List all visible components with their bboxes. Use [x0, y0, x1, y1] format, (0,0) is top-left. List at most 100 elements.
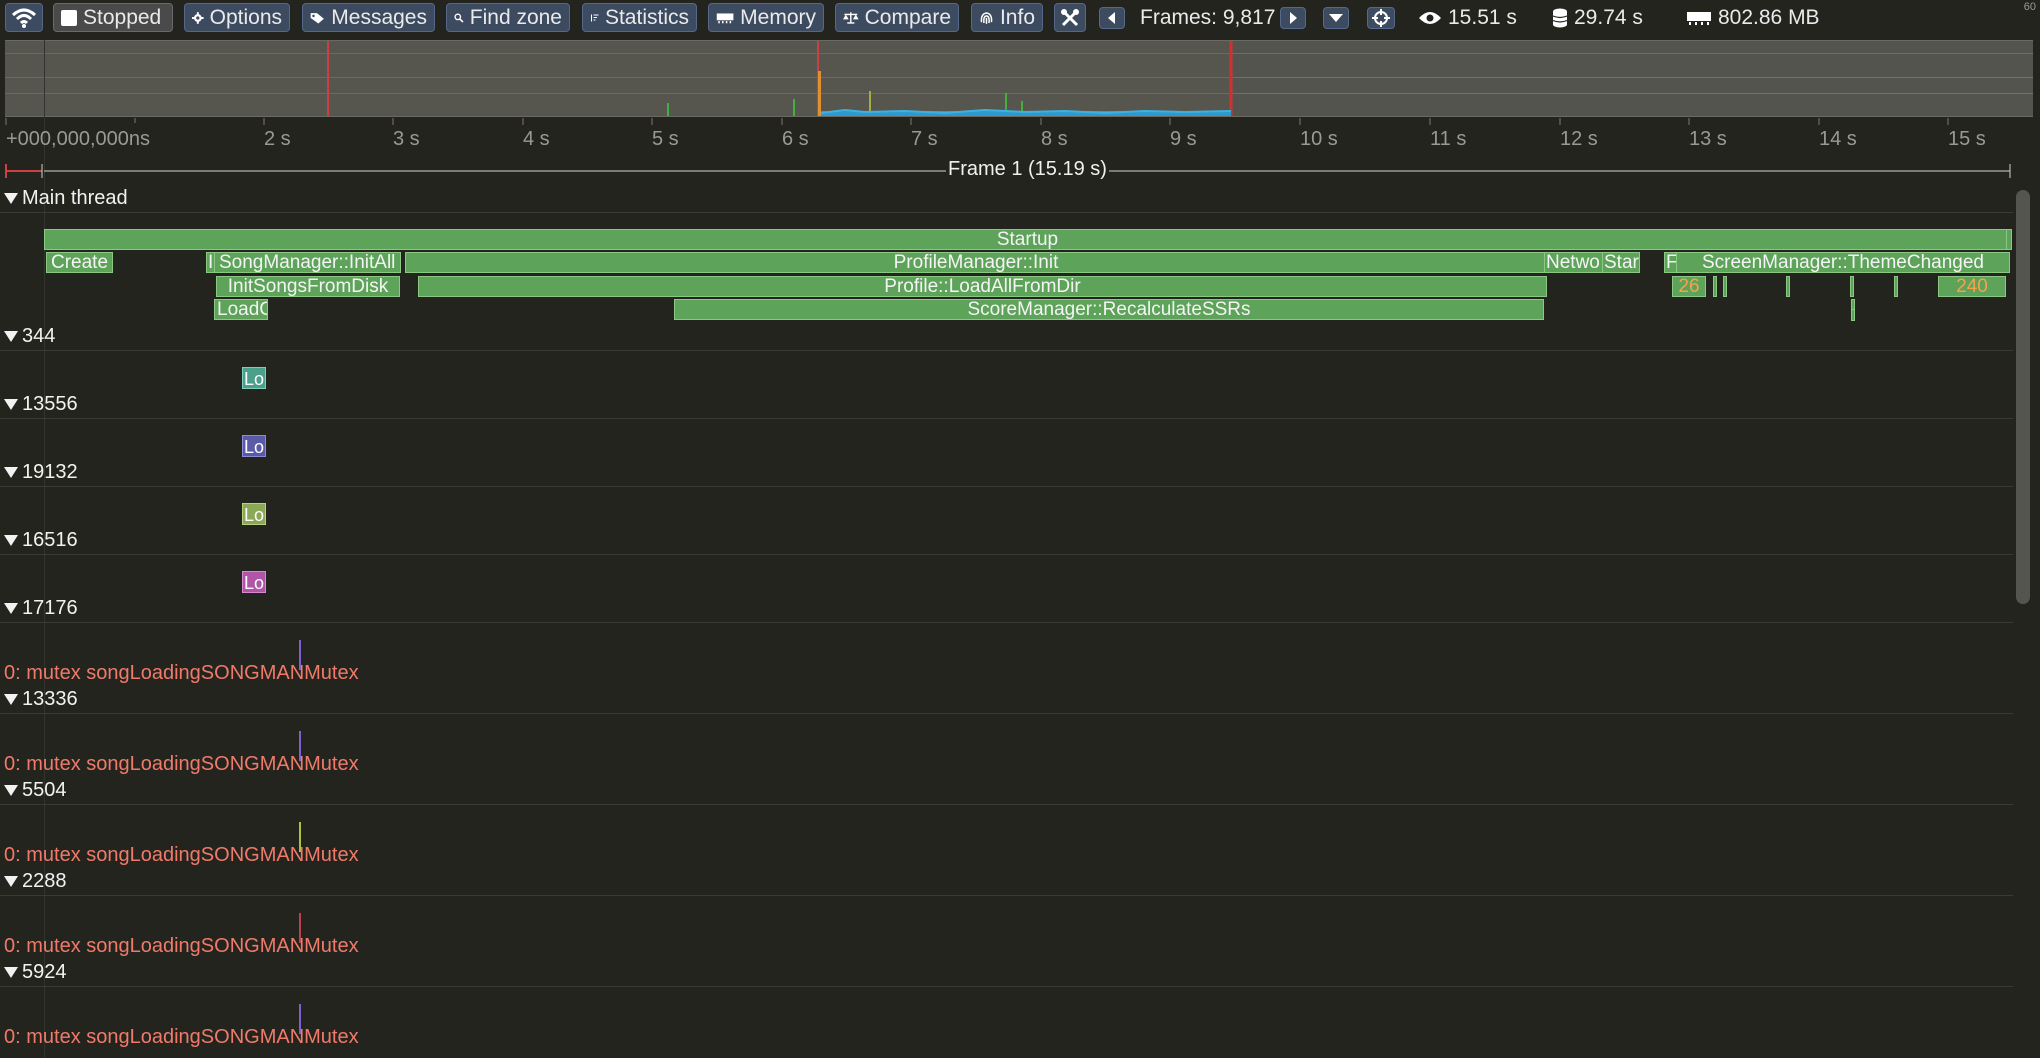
thread-header[interactable]: 5504 — [4, 779, 67, 802]
thread-name: 13336 — [22, 688, 78, 710]
lock-label[interactable]: 0: mutex songLoadingSONGMANMutex — [4, 1026, 359, 1049]
lock-label[interactable]: 0: mutex songLoadingSONGMANMutex — [4, 935, 359, 958]
options-button[interactable]: Options — [184, 3, 290, 32]
thread-separator — [0, 418, 2013, 419]
zone-initsongsfromdisk[interactable]: InitSongsFromDisk — [216, 276, 400, 297]
thread-name: 5504 — [22, 779, 67, 801]
thread-header[interactable]: 2288 — [4, 870, 67, 893]
ruler-tick-label: 10 s — [1300, 128, 1338, 150]
zone-create[interactable]: Create — [46, 252, 113, 273]
thread-separator — [0, 486, 2013, 487]
ruler-tick-label: 11 s — [1430, 128, 1467, 150]
zone-start[interactable]: Star — [1602, 252, 1640, 273]
capture-time-stat: 29.74 s — [1552, 3, 1643, 32]
zone-load[interactable]: Lo — [242, 435, 266, 457]
lock-label[interactable]: 0: mutex songLoadingSONGMANMutex — [4, 753, 359, 776]
zone-fragment[interactable] — [1723, 276, 1727, 297]
time-ruler[interactable]: +000,000,000ns 2 s 3 s 4 s 5 s 6 s 7 s 8… — [0, 118, 2040, 158]
thread-separator — [0, 622, 2013, 623]
frame-bar[interactable]: Frame 1 (15.19 s) — [0, 158, 2040, 182]
tag-icon — [310, 12, 324, 24]
zone-scoremanager-recalculatessrs[interactable]: ScoreManager::RecalculateSSRs — [674, 299, 1544, 320]
tools-button[interactable] — [1054, 3, 1086, 32]
zone-screenmanager-themechanged[interactable]: ScreenManager::ThemeChanged — [1676, 252, 2010, 273]
zone-load[interactable]: Lo — [242, 503, 266, 525]
compare-label: Compare — [864, 6, 951, 29]
frame-set-dropdown-button[interactable] — [1323, 7, 1349, 29]
zone-collapsed-count[interactable]: 240 — [1938, 276, 2006, 297]
info-button[interactable]: Info — [971, 3, 1043, 32]
connection-button[interactable] — [5, 3, 43, 32]
ruler-tick-label: 9 s — [1170, 128, 1197, 150]
memory-usage-value: 802.86 MB — [1718, 6, 1820, 29]
memory-usage-stat: 802.86 MB — [1686, 3, 1820, 32]
memory-button[interactable]: Memory — [708, 3, 824, 32]
zone-startup[interactable]: Startup — [44, 229, 2011, 250]
thread-header[interactable]: 344 — [4, 325, 55, 348]
compare-button[interactable]: Compare — [835, 3, 959, 32]
thread-separator — [0, 804, 2013, 805]
search-icon — [454, 13, 464, 23]
zone-network[interactable]: Netwo — [1544, 252, 1604, 273]
frame-overview-graph[interactable] — [5, 40, 2033, 117]
go-to-frame-button[interactable] — [1367, 7, 1395, 29]
eye-icon — [1419, 11, 1441, 24]
find-zone-button[interactable]: Find zone — [446, 3, 570, 32]
zone-profilemanager-init[interactable]: ProfileManager::Init — [405, 252, 1547, 273]
thread-header[interactable]: 13336 — [4, 688, 78, 711]
statistics-button[interactable]: Statistics — [582, 3, 697, 32]
messages-button[interactable]: Messages — [302, 3, 435, 32]
zone-load[interactable]: Lo — [242, 367, 266, 389]
thread-name: 17176 — [22, 597, 78, 619]
zone-fragment[interactable] — [1713, 276, 1717, 297]
thread-name: 5924 — [22, 961, 67, 983]
zone-fragment[interactable] — [1851, 309, 1855, 321]
vertical-scrollbar[interactable] — [2016, 190, 2030, 604]
memory-label: Memory — [740, 6, 816, 29]
zone-fragment[interactable] — [2006, 229, 2012, 250]
ruler-tick-label: 12 s — [1560, 128, 1598, 150]
crosshair-icon — [1372, 9, 1390, 27]
thread-header[interactable]: 17176 — [4, 597, 78, 620]
next-frame-button[interactable] — [1280, 7, 1306, 29]
caret-down-icon — [1329, 14, 1343, 22]
zone-fragment[interactable] — [1894, 276, 1898, 297]
previous-frame-button[interactable] — [1099, 7, 1125, 29]
zone-collapsed-count[interactable]: 26 — [1672, 276, 1706, 297]
database-icon — [1552, 8, 1568, 27]
messages-label: Messages — [331, 6, 427, 29]
zone-fragment[interactable] — [1850, 276, 1854, 297]
zone-songmanager-initall[interactable]: SongManager::InitAll — [214, 252, 401, 273]
view-time-stat: 15.51 s — [1418, 3, 1517, 32]
ruler-tick-label: 4 s — [523, 128, 550, 150]
collapse-triangle-icon — [4, 967, 18, 978]
stopped-button[interactable]: Stopped — [53, 3, 173, 32]
balance-scale-icon — [843, 11, 859, 24]
collapse-triangle-icon — [4, 694, 18, 705]
collapse-triangle-icon — [4, 331, 18, 342]
thread-header[interactable]: 5924 — [4, 961, 67, 984]
collapse-triangle-icon — [4, 193, 18, 204]
zone-loadc[interactable]: LoadC — [214, 299, 268, 320]
main-thread-header[interactable]: Main thread — [4, 187, 128, 210]
thread-name: 16516 — [22, 529, 78, 551]
thread-header[interactable]: 13556 — [4, 393, 78, 416]
thread-name: 19132 — [22, 461, 78, 483]
lock-label[interactable]: 0: mutex songLoadingSONGMANMutex — [4, 844, 359, 867]
lock-label[interactable]: 0: mutex songLoadingSONGMANMutex — [4, 662, 359, 685]
tools-icon — [1061, 8, 1079, 26]
ruler-tick-label: 8 s — [1041, 128, 1068, 150]
ruler-tick-label: 15 s — [1948, 128, 1986, 150]
frame-overview-bars — [5, 41, 1233, 116]
thread-header[interactable]: 19132 — [4, 461, 78, 484]
zone-load[interactable]: Lo — [242, 571, 266, 593]
ruler-tick-label: 2 s — [264, 128, 291, 150]
thread-header[interactable]: 16516 — [4, 529, 78, 552]
thread-name: 13556 — [22, 393, 78, 415]
zone-profile-loadallfromdir[interactable]: Profile::LoadAllFromDir — [418, 276, 1547, 297]
zone-fragment[interactable] — [1786, 276, 1790, 297]
collapse-triangle-icon — [4, 876, 18, 887]
capture-time-value: 29.74 s — [1574, 6, 1643, 29]
memory-chip-icon — [716, 12, 734, 23]
thread-name: 2288 — [22, 870, 67, 892]
